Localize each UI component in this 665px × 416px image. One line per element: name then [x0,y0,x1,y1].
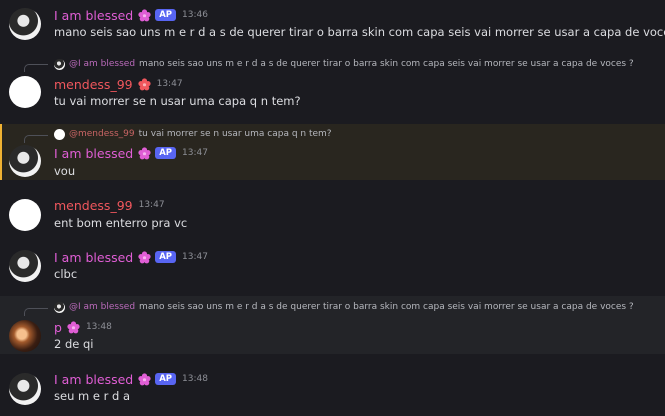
reply-text[interactable]: tu vai morrer se n usar uma capa q n tem… [139,129,332,139]
message-1[interactable]: I am blessed AP 13:46 mano seis sao uns … [0,0,665,52]
message-content: tu vai morrer se n usar uma capa q n tem… [54,94,301,108]
avatar[interactable] [9,76,41,108]
avatar[interactable] [9,320,41,352]
username[interactable]: p [54,320,62,335]
reply-spine [24,64,48,72]
server-tag[interactable]: AP [155,373,177,385]
reply-avatar [54,301,65,313]
username[interactable]: I am blessed [54,8,133,23]
message-6[interactable]: @I am blessed mano seis sao uns m e r d … [0,296,665,354]
message-content: mano seis sao uns m e r d a s de querer … [54,25,665,39]
username[interactable]: mendess_99 [54,77,133,92]
timestamp: 13:47 [182,148,208,158]
timestamp: 13:47 [182,252,208,262]
flower-badge-icon [138,77,151,91]
flower-badge-icon [138,8,151,22]
avatar[interactable] [9,8,41,40]
server-tag[interactable]: AP [155,147,177,159]
message-content: ent bom enterro pra vc [54,216,188,230]
message-3[interactable]: @mendess_99 tu vai morrer se n usar uma … [0,124,665,180]
username[interactable]: mendess_99 [54,198,133,213]
timestamp: 13:46 [182,10,208,20]
reply-text[interactable]: mano seis sao uns m e r d a s de querer … [139,59,634,69]
timestamp: 13:47 [138,200,165,210]
username[interactable]: I am blessed [54,372,133,387]
flower-badge-icon [138,372,151,386]
avatar[interactable] [9,250,41,282]
flower-badge-icon [138,250,151,264]
flower-badge-icon [138,146,151,160]
timestamp: 13:48 [182,374,208,384]
server-tag[interactable]: AP [155,251,177,263]
reply-username[interactable]: @I am blessed [69,59,135,69]
avatar[interactable] [9,373,41,405]
reply-spine [24,135,48,143]
reply-text[interactable]: mano seis sao uns m e r d a s de querer … [139,302,634,312]
reply-preview[interactable]: @mendess_99 tu vai morrer se n usar uma … [54,127,332,141]
reply-spine [24,308,48,316]
flower-badge-icon [67,320,80,334]
reply-preview[interactable]: @I am blessed mano seis sao uns m e r d … [54,300,634,314]
message-4[interactable]: mendess_99 13:47 ent bom enterro pra vc [0,190,665,240]
timestamp: 13:47 [156,79,183,89]
reply-avatar [54,58,65,70]
message-5[interactable]: I am blessed AP 13:47 clbc [0,242,665,294]
message-content: 2 de qi [54,337,94,351]
message-content: vou [54,164,76,178]
reply-preview[interactable]: @I am blessed mano seis sao uns m e r d … [54,57,634,71]
username[interactable]: I am blessed [54,250,133,265]
message-7[interactable]: I am blessed AP 13:48 seu m e r d a [0,364,665,416]
reply-avatar [54,128,65,140]
message-2[interactable]: @I am blessed mano seis sao uns m e r d … [0,52,665,122]
reply-username[interactable]: @mendess_99 [69,129,135,139]
username[interactable]: I am blessed [54,146,133,161]
reply-username[interactable]: @I am blessed [69,302,135,312]
message-content: clbc [54,267,78,281]
timestamp: 13:48 [85,322,112,332]
avatar[interactable] [9,145,41,177]
avatar[interactable] [9,199,41,231]
server-tag[interactable]: AP [155,9,177,21]
message-content: seu m e r d a [54,389,130,403]
